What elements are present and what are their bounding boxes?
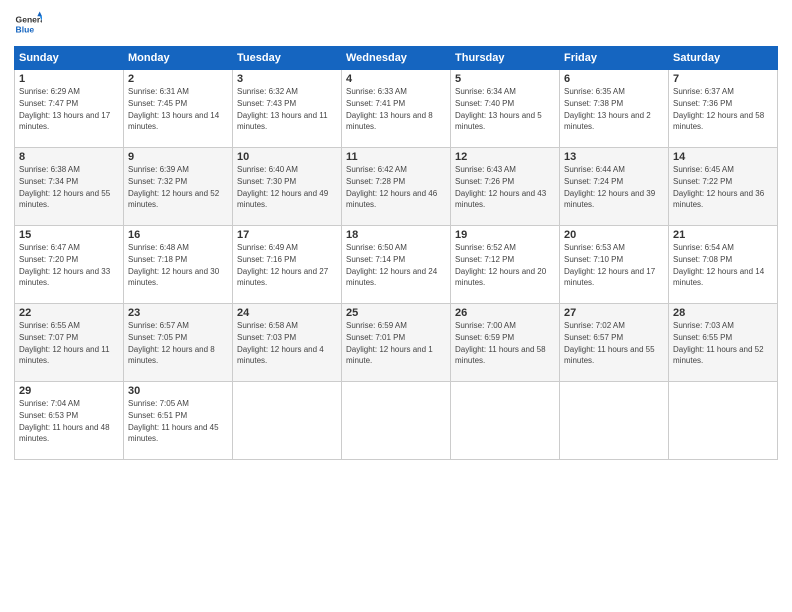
table-row: 18Sunrise: 6:50 AMSunset: 7:14 PMDayligh… (342, 226, 451, 304)
table-row: 4Sunrise: 6:33 AMSunset: 7:41 PMDaylight… (342, 70, 451, 148)
col-header-monday: Monday (124, 47, 233, 70)
table-row: 11Sunrise: 6:42 AMSunset: 7:28 PMDayligh… (342, 148, 451, 226)
table-row: 30Sunrise: 7:05 AMSunset: 6:51 PMDayligh… (124, 382, 233, 460)
table-row: 5Sunrise: 6:34 AMSunset: 7:40 PMDaylight… (451, 70, 560, 148)
table-row: 10Sunrise: 6:40 AMSunset: 7:30 PMDayligh… (233, 148, 342, 226)
table-row: 21Sunrise: 6:54 AMSunset: 7:08 PMDayligh… (669, 226, 778, 304)
page-header: General Blue (14, 10, 778, 38)
table-row: 24Sunrise: 6:58 AMSunset: 7:03 PMDayligh… (233, 304, 342, 382)
table-row: 26Sunrise: 7:00 AMSunset: 6:59 PMDayligh… (451, 304, 560, 382)
table-row: 14Sunrise: 6:45 AMSunset: 7:22 PMDayligh… (669, 148, 778, 226)
table-row: 29Sunrise: 7:04 AMSunset: 6:53 PMDayligh… (15, 382, 124, 460)
table-row: 1Sunrise: 6:29 AMSunset: 7:47 PMDaylight… (15, 70, 124, 148)
table-row: 9Sunrise: 6:39 AMSunset: 7:32 PMDaylight… (124, 148, 233, 226)
col-header-tuesday: Tuesday (233, 47, 342, 70)
table-row (560, 382, 669, 460)
table-row (233, 382, 342, 460)
table-row: 23Sunrise: 6:57 AMSunset: 7:05 PMDayligh… (124, 304, 233, 382)
table-row: 8Sunrise: 6:38 AMSunset: 7:34 PMDaylight… (15, 148, 124, 226)
col-header-saturday: Saturday (669, 47, 778, 70)
table-row: 20Sunrise: 6:53 AMSunset: 7:10 PMDayligh… (560, 226, 669, 304)
table-row: 17Sunrise: 6:49 AMSunset: 7:16 PMDayligh… (233, 226, 342, 304)
col-header-wednesday: Wednesday (342, 47, 451, 70)
table-row (342, 382, 451, 460)
col-header-thursday: Thursday (451, 47, 560, 70)
col-header-sunday: Sunday (15, 47, 124, 70)
table-row: 25Sunrise: 6:59 AMSunset: 7:01 PMDayligh… (342, 304, 451, 382)
table-row (669, 382, 778, 460)
table-row: 3Sunrise: 6:32 AMSunset: 7:43 PMDaylight… (233, 70, 342, 148)
col-header-friday: Friday (560, 47, 669, 70)
table-row: 16Sunrise: 6:48 AMSunset: 7:18 PMDayligh… (124, 226, 233, 304)
table-row: 7Sunrise: 6:37 AMSunset: 7:36 PMDaylight… (669, 70, 778, 148)
table-row: 19Sunrise: 6:52 AMSunset: 7:12 PMDayligh… (451, 226, 560, 304)
table-row: 28Sunrise: 7:03 AMSunset: 6:55 PMDayligh… (669, 304, 778, 382)
table-row: 15Sunrise: 6:47 AMSunset: 7:20 PMDayligh… (15, 226, 124, 304)
table-row: 12Sunrise: 6:43 AMSunset: 7:26 PMDayligh… (451, 148, 560, 226)
table-row (451, 382, 560, 460)
table-row: 6Sunrise: 6:35 AMSunset: 7:38 PMDaylight… (560, 70, 669, 148)
table-row: 13Sunrise: 6:44 AMSunset: 7:24 PMDayligh… (560, 148, 669, 226)
table-row: 2Sunrise: 6:31 AMSunset: 7:45 PMDaylight… (124, 70, 233, 148)
table-row: 27Sunrise: 7:02 AMSunset: 6:57 PMDayligh… (560, 304, 669, 382)
calendar-table: SundayMondayTuesdayWednesdayThursdayFrid… (14, 46, 778, 460)
svg-text:Blue: Blue (16, 25, 35, 35)
table-row: 22Sunrise: 6:55 AMSunset: 7:07 PMDayligh… (15, 304, 124, 382)
logo: General Blue (14, 10, 42, 38)
